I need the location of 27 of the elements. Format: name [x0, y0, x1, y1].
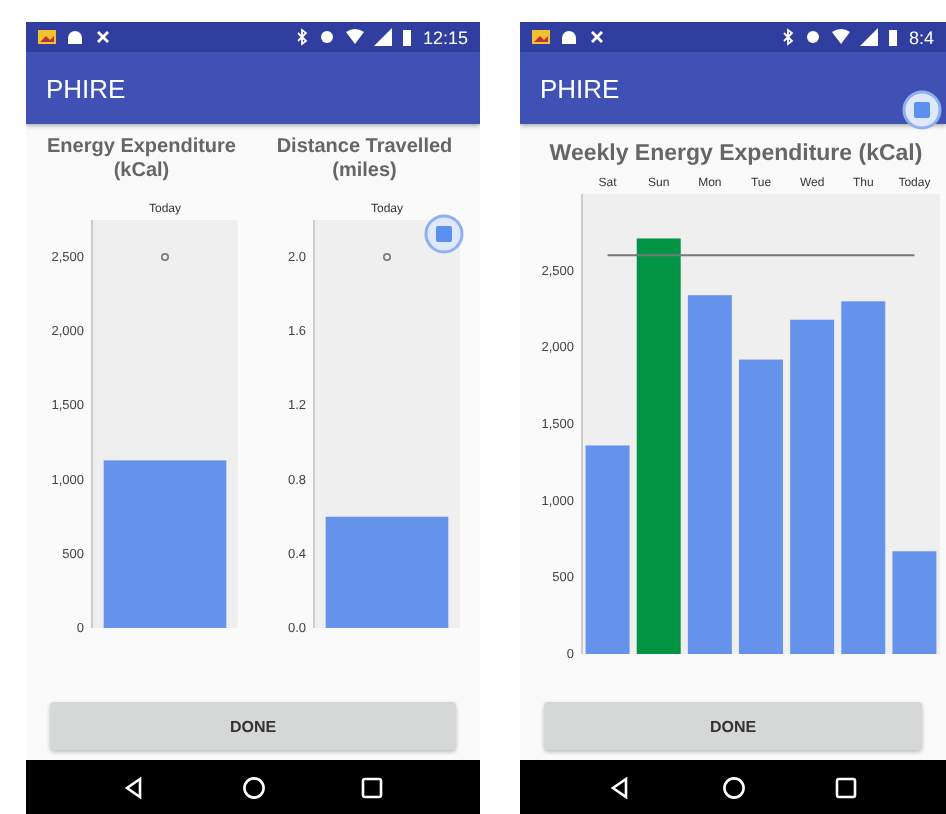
- app-title: PHIRE: [540, 73, 620, 103]
- battery-icon: [888, 28, 899, 46]
- bluetooth-icon: [782, 28, 795, 46]
- signal-icon: [374, 28, 393, 46]
- wifi-icon: [832, 28, 851, 46]
- image-icon: [38, 28, 56, 46]
- back-icon: [121, 775, 146, 799]
- done-button[interactable]: DONE: [544, 702, 922, 750]
- status-time: 12:15: [422, 27, 468, 47]
- chart-title: Energy Expenditure (kCal): [45, 136, 238, 184]
- image-icon: [532, 28, 550, 46]
- chart-title: Distance Travelled (miles): [274, 136, 455, 184]
- status-time: 8:4: [908, 27, 934, 47]
- recents-icon: [360, 775, 385, 799]
- chart-title: Weekly Energy Expenditure (kCal): [549, 142, 923, 166]
- home-icon: [721, 775, 745, 799]
- feedback-icon[interactable]: [902, 90, 942, 130]
- home-icon: [241, 775, 265, 799]
- battery-icon: [402, 28, 413, 46]
- done-button[interactable]: DONE: [50, 702, 456, 750]
- recents-icon: [833, 775, 858, 799]
- feedback-icon[interactable]: [424, 214, 464, 254]
- signal-icon: [860, 28, 879, 46]
- back-icon: [608, 775, 633, 799]
- bluetooth-icon: [296, 28, 309, 46]
- app-title: PHIRE: [46, 73, 126, 103]
- wifi-icon: [346, 28, 365, 46]
